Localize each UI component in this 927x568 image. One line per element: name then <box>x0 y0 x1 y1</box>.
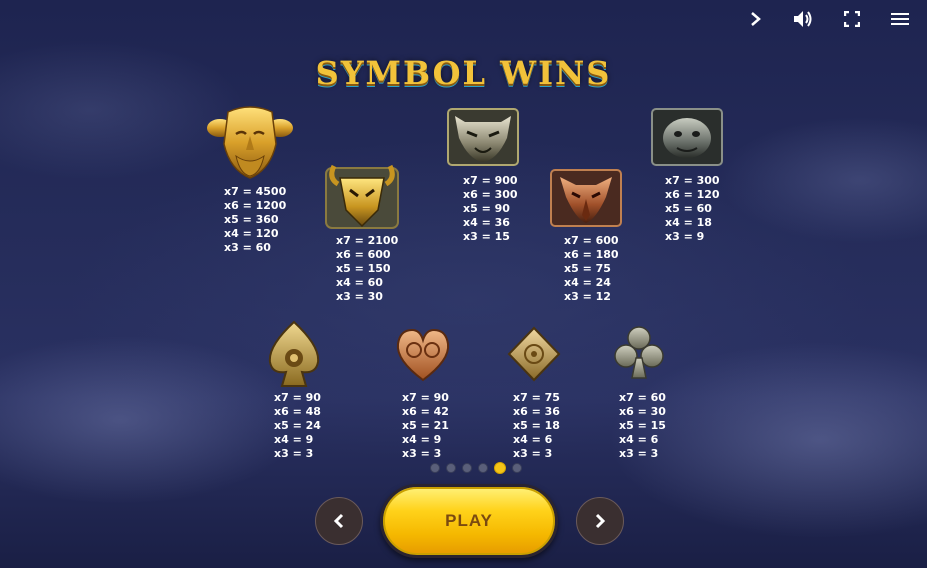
pay-x7: x7 = 2100 <box>336 234 399 247</box>
paytable-diamond: x7 = 75 x6 = 36 x5 = 18 x4 = 6 x3 = 3 <box>513 391 560 461</box>
pay-x3: x3 = 15 <box>463 230 510 243</box>
pay-x3: x3 = 3 <box>402 447 442 460</box>
pay-x5: x5 = 24 <box>274 419 321 432</box>
paytable-golden-ram-helmet: x7 = 2100 x6 = 600 x5 = 150 x4 = 60 x3 =… <box>336 234 398 304</box>
page-dot-5[interactable] <box>494 462 506 474</box>
pay-x4: x4 = 18 <box>665 216 712 229</box>
menu-icon[interactable] <box>887 6 913 32</box>
pay-x5: x5 = 75 <box>564 262 611 275</box>
pay-x3: x3 = 30 <box>336 290 383 303</box>
pay-x4: x4 = 24 <box>564 276 611 289</box>
pay-x7: x7 = 300 <box>665 174 720 187</box>
page-dot-1[interactable] <box>430 463 440 473</box>
pay-x6: x6 = 180 <box>564 248 619 261</box>
pay-x4: x4 = 6 <box>619 433 659 446</box>
paytable-club: x7 = 60 x6 = 30 x5 = 15 x4 = 6 x3 = 3 <box>619 391 666 461</box>
pay-x6: x6 = 42 <box>402 405 449 418</box>
page-dot-2[interactable] <box>446 463 456 473</box>
pay-x4: x4 = 9 <box>274 433 314 446</box>
golden-god-mask-icon <box>206 104 294 184</box>
pay-x3: x3 = 3 <box>619 447 659 460</box>
pay-x6: x6 = 120 <box>665 188 720 201</box>
paytable-golden-god-mask: x7 = 4500 x6 = 1200 x5 = 360 x4 = 120 x3… <box>224 185 286 255</box>
pay-x4: x4 = 6 <box>513 433 553 446</box>
pay-x4: x4 = 60 <box>336 276 383 289</box>
play-label: PLAY <box>445 511 493 530</box>
pay-x5: x5 = 150 <box>336 262 391 275</box>
pay-x7: x7 = 60 <box>619 391 666 404</box>
diamond-icon <box>507 326 561 386</box>
pay-x6: x6 = 300 <box>463 188 518 201</box>
golden-ram-helmet-icon <box>324 160 400 236</box>
paytable-stone-gargoyle-mask: x7 = 300 x6 = 120 x5 = 60 x4 = 18 x3 = 9 <box>665 174 720 244</box>
pay-x4: x4 = 120 <box>224 227 279 240</box>
sound-icon[interactable] <box>790 6 816 32</box>
pay-x6: x6 = 1200 <box>224 199 287 212</box>
pay-x6: x6 = 36 <box>513 405 560 418</box>
silver-lion-mask-icon <box>447 108 519 170</box>
play-button[interactable]: PLAY <box>380 484 558 558</box>
pay-x5: x5 = 15 <box>619 419 666 432</box>
pay-x5: x5 = 18 <box>513 419 560 432</box>
pay-x5: x5 = 60 <box>665 202 712 215</box>
page-dot-4[interactable] <box>478 463 488 473</box>
paytable-spade: x7 = 90 x6 = 48 x5 = 24 x4 = 9 x3 = 3 <box>274 391 321 461</box>
pay-x7: x7 = 90 <box>402 391 449 404</box>
previous-page-button[interactable] <box>315 497 363 545</box>
paytable-silver-lion-mask: x7 = 900 x6 = 300 x5 = 90 x4 = 36 x3 = 1… <box>463 174 518 244</box>
pay-x4: x4 = 9 <box>402 433 442 446</box>
pay-x7: x7 = 4500 <box>224 185 287 198</box>
stone-gargoyle-mask-icon <box>651 108 723 170</box>
page-indicator <box>430 462 522 474</box>
pay-x6: x6 = 48 <box>274 405 321 418</box>
paytable-bronze-eagle-mask: x7 = 600 x6 = 180 x5 = 75 x4 = 24 x3 = 1… <box>564 234 619 304</box>
pay-x7: x7 = 900 <box>463 174 518 187</box>
chevron-right-icon <box>595 513 606 529</box>
pay-x7: x7 = 600 <box>564 234 619 247</box>
spade-icon <box>264 320 324 392</box>
pay-x6: x6 = 600 <box>336 248 391 261</box>
page-dot-6[interactable] <box>512 463 522 473</box>
club-icon <box>614 324 664 384</box>
bronze-eagle-mask-icon <box>550 169 622 231</box>
pay-x3: x3 = 60 <box>224 241 271 254</box>
pay-x3: x3 = 3 <box>274 447 314 460</box>
fullscreen-icon[interactable] <box>839 6 865 32</box>
pay-x7: x7 = 75 <box>513 391 560 404</box>
heart-icon <box>394 328 452 388</box>
pay-x5: x5 = 360 <box>224 213 279 226</box>
next-page-button[interactable] <box>576 497 624 545</box>
pay-x3: x3 = 9 <box>665 230 705 243</box>
paytable-heart: x7 = 90 x6 = 42 x5 = 21 x4 = 9 x3 = 3 <box>402 391 449 461</box>
pay-x7: x7 = 90 <box>274 391 321 404</box>
chevron-left-icon <box>333 513 344 529</box>
pay-x3: x3 = 3 <box>513 447 553 460</box>
pay-x5: x5 = 90 <box>463 202 510 215</box>
pay-x4: x4 = 36 <box>463 216 510 229</box>
pay-x3: x3 = 12 <box>564 290 611 303</box>
pay-x5: x5 = 21 <box>402 419 449 432</box>
page-dot-3[interactable] <box>462 463 472 473</box>
page-title: SYMBOL WINS <box>315 54 612 92</box>
pay-x6: x6 = 30 <box>619 405 666 418</box>
forward-icon[interactable] <box>743 6 769 32</box>
